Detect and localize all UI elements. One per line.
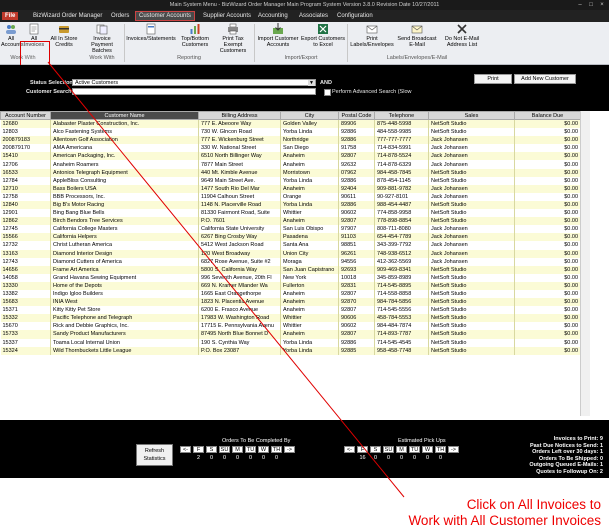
annotation-arrow bbox=[47, 61, 405, 498]
annotation-line-1: Click on All Invoices to bbox=[466, 497, 601, 512]
annotation-line-2: Work with All Customer Invoices bbox=[408, 513, 601, 528]
